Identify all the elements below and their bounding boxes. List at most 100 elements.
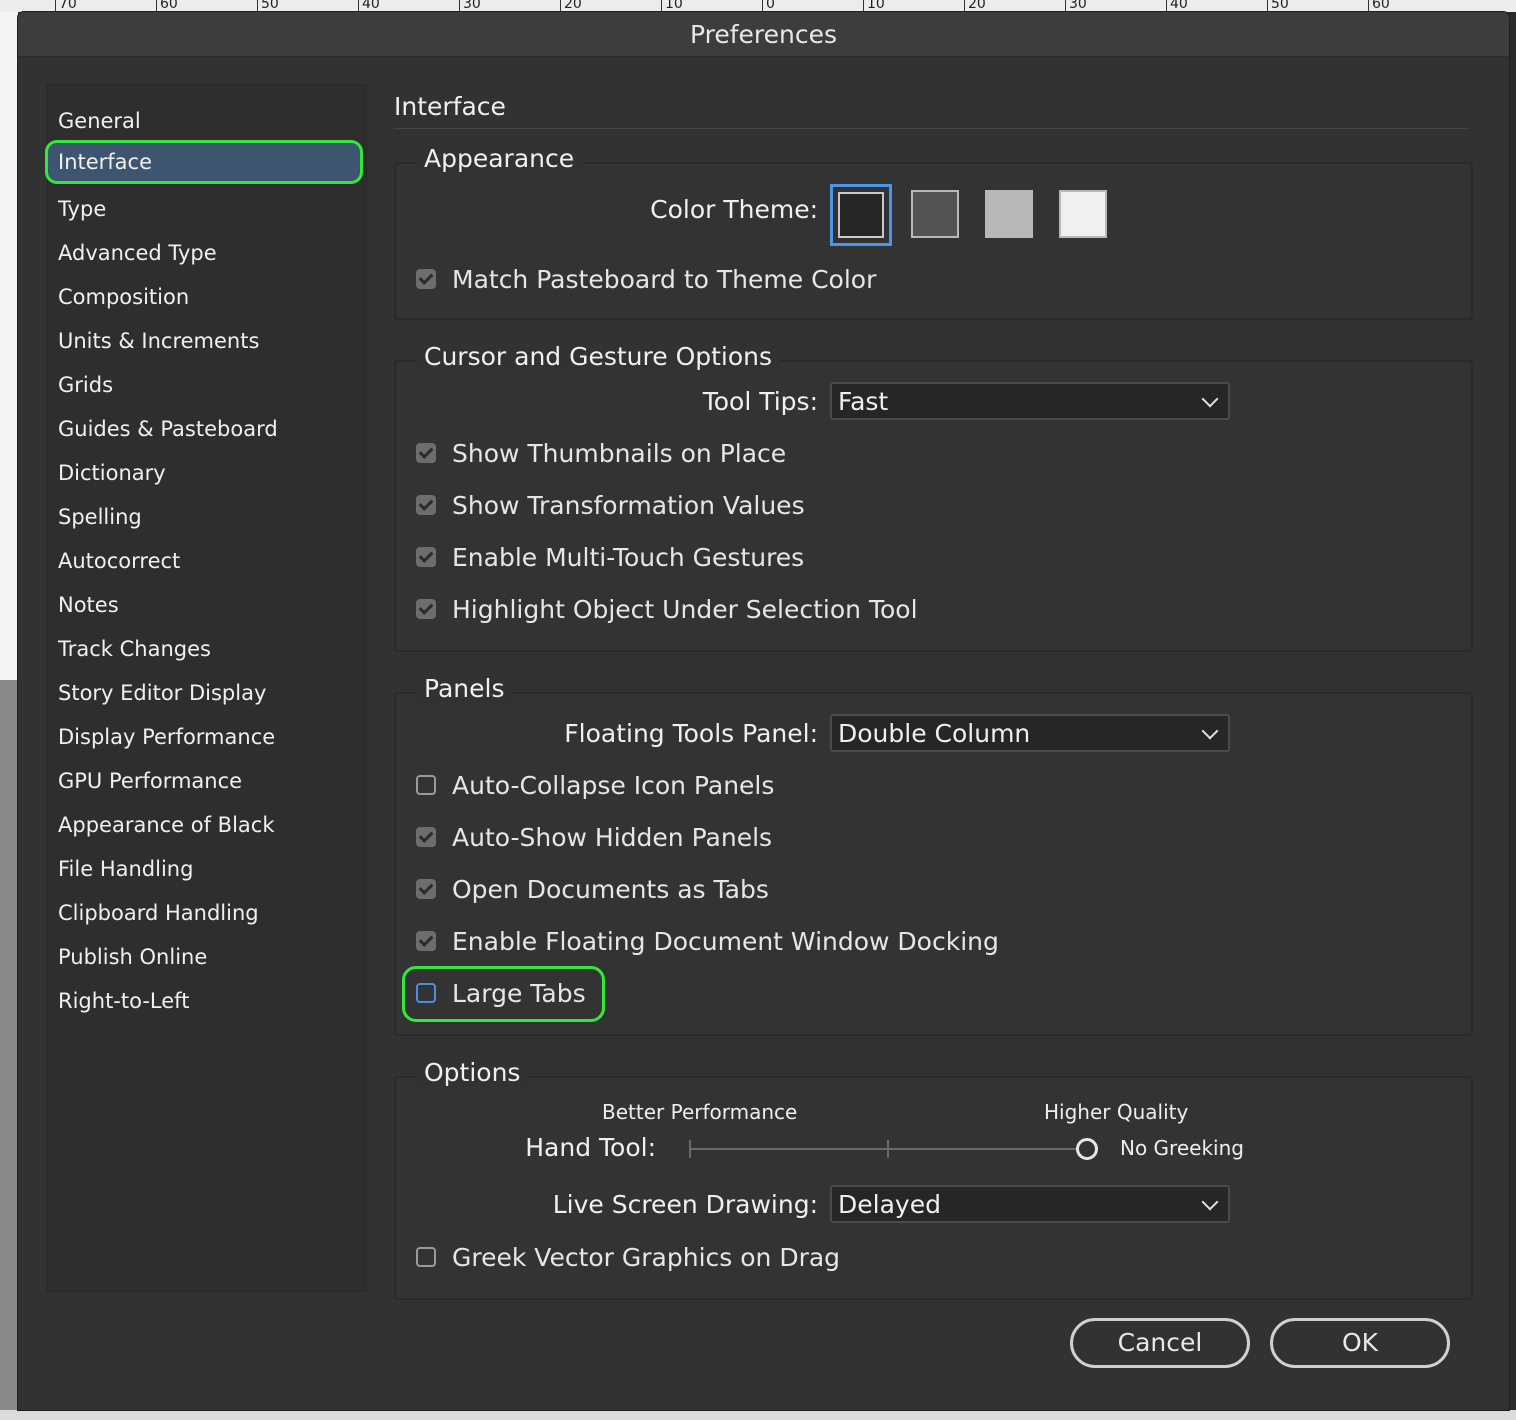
sidebar-item-general[interactable]: General	[48, 99, 366, 143]
document-page-edge	[0, 12, 18, 680]
show-transformation-option[interactable]: Show Transformation Values	[416, 490, 805, 520]
ruler-tick: 50	[1267, 0, 1289, 12]
slider-tick	[689, 1140, 691, 1158]
live-screen-drawing-dropdown[interactable]: Delayed	[830, 1185, 1230, 1223]
match-pasteboard-checkbox[interactable]	[416, 269, 436, 289]
greek-vector-label: Greek Vector Graphics on Drag	[452, 1242, 841, 1272]
dialog-titlebar[interactable]: Preferences	[18, 12, 1509, 57]
sidebar-item-publish-online[interactable]: Publish Online	[48, 935, 366, 979]
theme-swatch-dark-fill	[838, 192, 884, 238]
ruler-tick: 20	[964, 0, 986, 12]
sidebar-item-display-performance[interactable]: Display Performance	[48, 715, 366, 759]
ruler-tick: 50	[257, 0, 279, 12]
theme-swatch-medium-light[interactable]	[985, 190, 1033, 238]
ruler-tick: 10	[863, 0, 885, 12]
ok-button[interactable]: OK	[1270, 1318, 1450, 1368]
sidebar-item-notes[interactable]: Notes	[48, 583, 366, 627]
theme-swatch-light[interactable]	[1059, 190, 1107, 238]
heading-divider	[394, 128, 1469, 129]
sidebar-item-advanced-type[interactable]: Advanced Type	[48, 231, 366, 275]
sidebar-item-autocorrect[interactable]: Autocorrect	[48, 539, 366, 583]
pasteboard	[0, 680, 18, 1420]
horizontal-ruler: 70 60 50 40 30 20 10 0 10 20 30 40 50 60	[0, 0, 1516, 12]
panels-group: Panels Floating Tools Panel: Double Colu…	[394, 674, 1473, 1036]
ruler-tick: 60	[156, 0, 178, 12]
ruler-tick: 20	[560, 0, 582, 12]
chevron-down-icon	[1201, 722, 1219, 740]
show-thumbnails-option[interactable]: Show Thumbnails on Place	[416, 438, 786, 468]
greek-vector-checkbox[interactable]	[416, 1247, 436, 1267]
panels-title: Panels	[416, 674, 513, 703]
sidebar-item-file-handling[interactable]: File Handling	[48, 847, 366, 891]
sidebar-item-composition[interactable]: Composition	[48, 275, 366, 319]
ruler-tick: 40	[358, 0, 380, 12]
show-transformation-label: Show Transformation Values	[452, 490, 805, 520]
tool-tips-dropdown[interactable]: Fast	[830, 382, 1230, 420]
large-tabs-checkbox[interactable]	[416, 983, 436, 1003]
sidebar-item-type[interactable]: Type	[48, 187, 366, 231]
background-panel-edge	[1508, 12, 1516, 1412]
auto-show-hidden-checkbox[interactable]	[416, 827, 436, 847]
multi-touch-option[interactable]: Enable Multi-Touch Gestures	[416, 542, 804, 572]
live-screen-drawing-label: Live Screen Drawing:	[552, 1190, 818, 1219]
sidebar-item-clipboard-handling[interactable]: Clipboard Handling	[48, 891, 366, 935]
highlight-object-option[interactable]: Highlight Object Under Selection Tool	[416, 594, 918, 624]
hand-tool-slider-thumb[interactable]	[1076, 1138, 1098, 1160]
ruler-tick: 70	[55, 0, 77, 12]
greek-vector-option[interactable]: Greek Vector Graphics on Drag	[416, 1242, 840, 1272]
large-tabs-option[interactable]: Large Tabs	[416, 978, 586, 1008]
sidebar-item-appearance-of-black[interactable]: Appearance of Black	[48, 803, 366, 847]
color-theme-label: Color Theme:	[650, 195, 818, 224]
open-docs-tabs-option[interactable]: Open Documents as Tabs	[416, 874, 769, 904]
auto-collapse-checkbox[interactable]	[416, 775, 436, 795]
sidebar-item-units-increments[interactable]: Units & Increments	[48, 319, 366, 363]
sidebar-item-guides-pasteboard[interactable]: Guides & Pasteboard	[48, 407, 366, 451]
show-thumbnails-label: Show Thumbnails on Place	[452, 438, 787, 468]
theme-swatch-dark[interactable]	[830, 184, 892, 246]
highlight-object-checkbox[interactable]	[416, 599, 436, 619]
sidebar-item-dictionary[interactable]: Dictionary	[48, 451, 366, 495]
preferences-dialog: Preferences General Interface Type Advan…	[18, 12, 1509, 1410]
theme-swatch-medium-dark[interactable]	[911, 190, 959, 238]
slider-tick	[887, 1140, 889, 1158]
hand-tool-value: No Greeking	[1120, 1136, 1244, 1160]
multi-touch-checkbox[interactable]	[416, 547, 436, 567]
floating-docking-option[interactable]: Enable Floating Document Window Docking	[416, 926, 999, 956]
tool-tips-value: Fast	[838, 387, 889, 416]
match-pasteboard-option[interactable]: Match Pasteboard to Theme Color	[416, 264, 876, 294]
highlight-object-label: Highlight Object Under Selection Tool	[452, 594, 918, 624]
ruler-tick: 40	[1166, 0, 1188, 12]
dialog-title: Preferences	[689, 20, 838, 49]
hand-tool-slider-track[interactable]	[689, 1148, 1089, 1150]
ruler-tick: 10	[661, 0, 683, 12]
section-heading: Interface	[394, 92, 506, 121]
sidebar-item-story-editor-display[interactable]: Story Editor Display	[48, 671, 366, 715]
options-group: Options Better Performance Higher Qualit…	[394, 1058, 1473, 1300]
match-pasteboard-label: Match Pasteboard to Theme Color	[452, 264, 877, 294]
appearance-title: Appearance	[416, 144, 583, 173]
sidebar-item-spelling[interactable]: Spelling	[48, 495, 366, 539]
floating-tools-dropdown[interactable]: Double Column	[830, 714, 1230, 752]
sidebar-item-gpu-performance[interactable]: GPU Performance	[48, 759, 366, 803]
auto-collapse-option[interactable]: Auto-Collapse Icon Panels	[416, 770, 774, 800]
multi-touch-label: Enable Multi-Touch Gestures	[452, 542, 805, 572]
tool-tips-label: Tool Tips:	[702, 387, 818, 416]
show-transformation-checkbox[interactable]	[416, 495, 436, 515]
open-docs-tabs-checkbox[interactable]	[416, 879, 436, 899]
better-performance-label: Better Performance	[602, 1100, 798, 1124]
auto-collapse-label: Auto-Collapse Icon Panels	[452, 770, 775, 800]
floating-docking-checkbox[interactable]	[416, 931, 436, 951]
chevron-down-icon	[1201, 1193, 1219, 1211]
sidebar-item-track-changes[interactable]: Track Changes	[48, 627, 366, 671]
large-tabs-label: Large Tabs	[452, 978, 586, 1008]
options-title: Options	[416, 1058, 529, 1087]
sidebar-item-right-to-left[interactable]: Right-to-Left	[48, 979, 366, 1023]
cancel-button[interactable]: Cancel	[1070, 1318, 1250, 1368]
auto-show-hidden-option[interactable]: Auto-Show Hidden Panels	[416, 822, 772, 852]
sidebar-item-grids[interactable]: Grids	[48, 363, 366, 407]
floating-tools-label: Floating Tools Panel:	[564, 719, 818, 748]
sidebar-item-interface[interactable]: Interface	[45, 140, 363, 184]
show-thumbnails-checkbox[interactable]	[416, 443, 436, 463]
auto-show-hidden-label: Auto-Show Hidden Panels	[452, 822, 773, 852]
floating-tools-value: Double Column	[838, 719, 1031, 748]
